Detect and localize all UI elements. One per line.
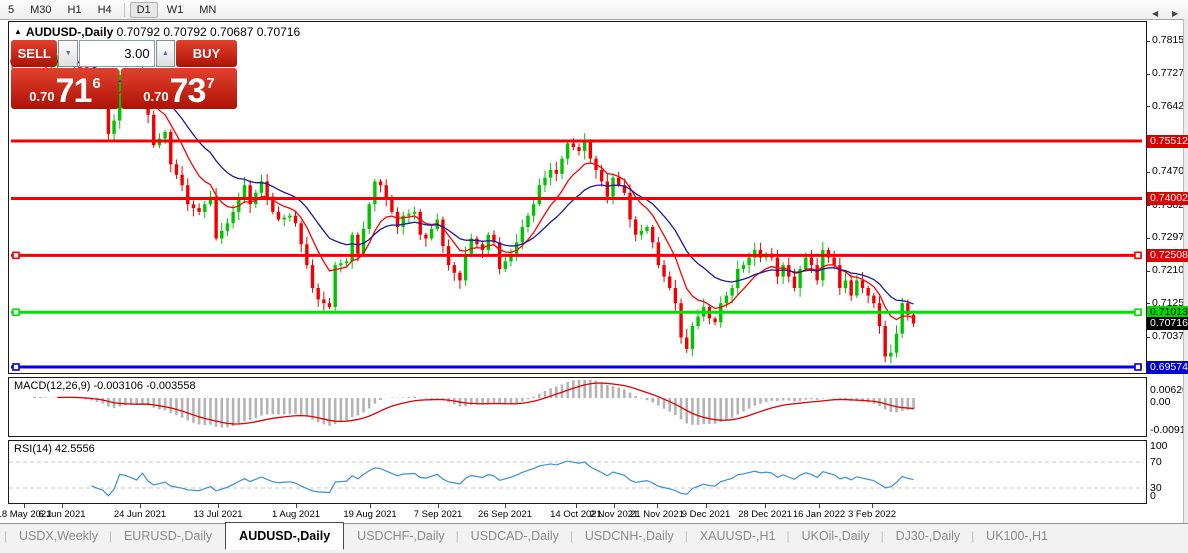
rsi-axis-label: 100 [1150,440,1187,452]
price-axis-tick [1146,271,1150,272]
price-axis-tick [1146,74,1150,75]
timeframe-toolbar: 5 M30 H1 H4 D1 W1 MN [0,0,1188,20]
level-price-tag: 0.72508 [1147,249,1188,262]
price-axis-tick [1146,238,1150,239]
bid-price-big-digits: 71 [56,74,92,108]
rsi-canvas [9,441,1144,501]
date-tick [438,504,439,508]
date-tick [296,504,297,508]
level-price-tag: 0.69574 [1147,361,1188,374]
price-axis-tick [1146,205,1150,206]
window-edge-strip [1183,19,1188,523]
chart-tab[interactable]: USDCNH-,Daily [572,524,687,548]
rsi-indicator-panel[interactable]: RSI(14) 42.5556 [8,440,1147,504]
macd-axis-label: -0.0091935 [1150,424,1187,436]
date-tick [24,504,25,508]
chart-tab[interactable]: XAUUSD-,H1 [687,524,789,548]
rsi-axis-label: 70 [1150,456,1187,468]
price-axis-tick [1146,172,1150,173]
date-tick [819,504,820,508]
date-axis-label: 1 Aug 2021 [272,509,320,520]
chart-tab[interactable]: USDX,Weekly [6,524,111,548]
price-axis-tick [1146,337,1150,338]
lot-decrease-button[interactable]: ▼ [58,40,77,67]
ask-price-pipette: 7 [206,75,214,92]
sell-button[interactable]: SELL [11,40,57,67]
collapse-arrow-icon[interactable]: ▲ [14,27,22,36]
date-tick [505,504,506,508]
ohlc-values: 0.70792 0.70792 0.70687 0.70716 [117,25,301,39]
timeframe-button[interactable]: M30 [23,2,58,18]
timeframe-button[interactable]: D1 [130,2,158,18]
chart-tab[interactable]: UK100-,H1 [973,524,1061,548]
timeframe-button[interactable]: H1 [61,2,89,18]
toolbar-separator [124,3,125,17]
symbol-timeframe-label: AUDUSD-,Daily [26,25,113,39]
ask-price-prefix: 0.70 [143,89,168,104]
date-axis-label: 28 Dec 2021 [738,509,792,520]
lot-size-input[interactable]: 3.00 [79,40,155,67]
chart-tab[interactable]: AUDUSD-,Daily [225,522,344,550]
trading-platform-window: { "toolbar": { "timeframes": [ {"label":… [0,0,1188,553]
quote-header: ▲ AUDUSD-,Daily 0.70792 0.70792 0.70687 0… [14,25,300,39]
macd-label: MACD(12,26,9) -0.003106 -0.003558 [14,380,196,392]
bid-price-pipette: 6 [92,75,100,92]
level-price-tag: 0.74002 [1147,192,1188,205]
date-tick [657,504,658,508]
macd-indicator-panel[interactable]: MACD(12,26,9) -0.003106 -0.003558 [8,377,1147,437]
date-axis-label: 21 Nov 2021 [630,509,684,520]
date-axis-label: 3 Feb 2022 [848,509,896,520]
ask-price-big-digits: 73 [170,74,206,108]
chart-tab[interactable]: DJ30-,Daily [883,524,974,548]
date-tick [140,504,141,508]
date-axis-label: 19 Aug 2021 [343,509,396,520]
date-tick [765,504,766,508]
rsi-axis-label: 0 [1150,490,1187,502]
price-axis-tick [1146,106,1150,107]
date-tick [576,504,577,508]
tab-scroll-right-icon[interactable]: ▶ [1172,9,1178,18]
macd-axis-label: 0.00 [1150,396,1187,408]
bid-price-prefix: 0.70 [29,89,54,104]
chart-tab[interactable]: UKOil-,Daily [789,524,883,548]
chart-tab[interactable]: USDCHF-,Daily [344,524,458,548]
date-axis-label: 9 Dec 2021 [682,509,731,520]
date-tick [872,504,873,508]
timeframe-button[interactable]: W1 [160,2,191,18]
macd-axis-label: 0.0062015 [1150,384,1187,396]
date-axis-label: 26 Sep 2021 [478,509,532,520]
timeframe-button[interactable]: MN [192,2,223,18]
bid-price-display[interactable]: 0.70 71 6 [11,68,119,109]
current-price-tag: 0.70716 [1147,317,1188,330]
lot-increase-button[interactable]: ▲ [156,40,175,67]
date-tick [706,504,707,508]
date-tick [370,504,371,508]
date-tick [62,504,63,508]
date-axis-label: 24 Jun 2021 [114,509,166,520]
tab-scroll-left-icon[interactable]: ◀ [1152,9,1158,18]
date-axis-label: 16 Jan 2022 [793,509,845,520]
buy-button[interactable]: BUY [176,40,237,67]
main-price-chart[interactable]: ▲ AUDUSD-,Daily 0.70792 0.70792 0.70687 0… [8,21,1147,374]
price-axis-tick [1146,41,1150,42]
date-axis-label: 6 Jun 2021 [38,509,85,520]
timeframe-button[interactable]: H4 [91,2,119,18]
rsi-label: RSI(14) 42.5556 [14,443,95,455]
chart-tab-bar: USDX,Weekly EURUSD-,Daily AUDUSD-,Daily … [0,523,1188,553]
chart-tab[interactable]: USDCAD-,Daily [458,524,572,548]
date-tick [614,504,615,508]
level-price-tag: 0.75512 [1147,135,1188,148]
date-tick [218,504,219,508]
price-axis-tick [1146,303,1150,304]
ask-price-display[interactable]: 0.70 73 7 [121,68,237,109]
date-axis-label: 13 Jul 2021 [193,509,242,520]
date-axis-label: 7 Sep 2021 [414,509,463,520]
timeframe-button[interactable]: 5 [1,2,21,18]
one-click-trading-panel: SELL ▼ 3.00 ▲ BUY 0.70 71 6 0.70 73 7 [11,40,237,109]
chart-tab[interactable]: EURUSD-,Daily [111,524,225,548]
date-axis: 18 May 20216 Jun 202124 Jun 202113 Jul 2… [0,504,1188,523]
